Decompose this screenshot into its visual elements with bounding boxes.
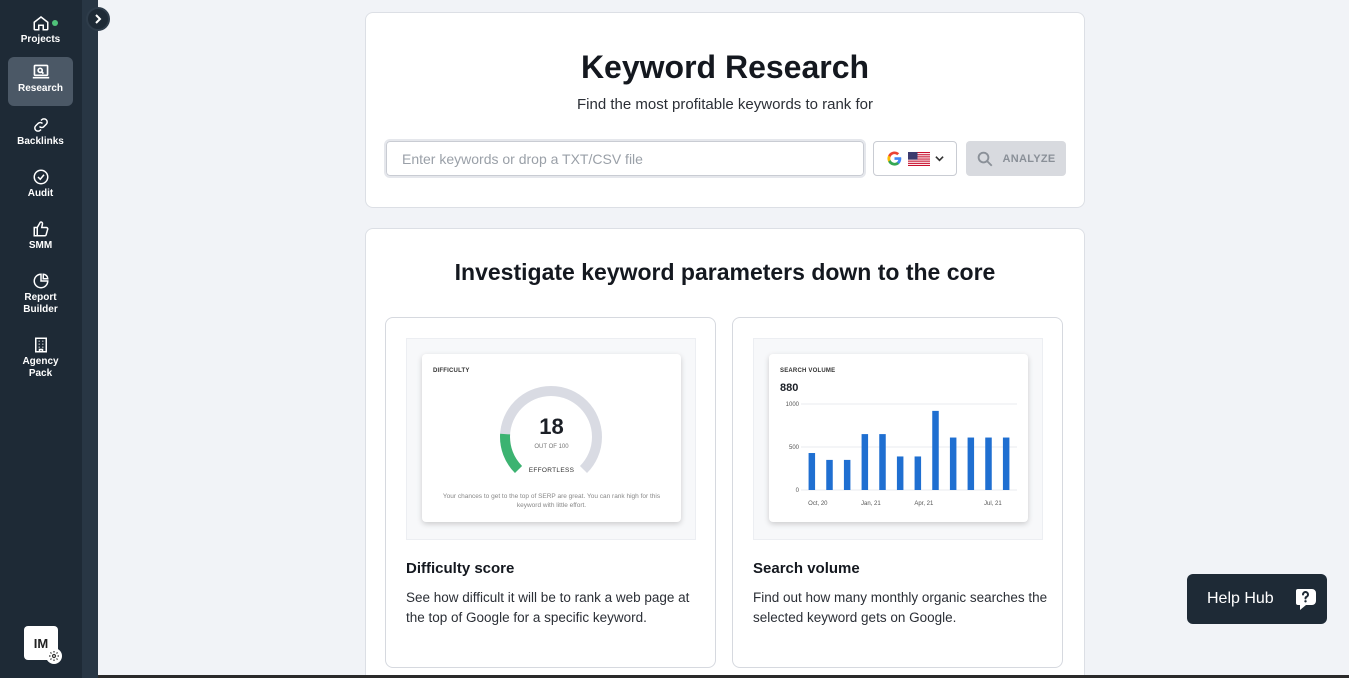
volume-bar — [861, 434, 869, 490]
difficulty-title: Difficulty score — [406, 560, 515, 577]
volume-chart: 0 500 1000 Oct, 20 Jan, 21 Apr, 21 Jul, 21 — [786, 402, 1017, 507]
laptop-search-icon — [32, 64, 49, 79]
sidebar-item-audit[interactable]: Audit — [8, 162, 73, 211]
volume-bar — [932, 410, 939, 490]
volume-bar — [985, 437, 992, 490]
volume-bar — [879, 434, 886, 490]
volume-bar — [914, 456, 922, 490]
check-circle-icon — [33, 169, 48, 185]
difficulty-score: 18 — [539, 414, 564, 439]
volume-bar — [896, 456, 904, 490]
volume-bar — [843, 459, 851, 490]
volume-bar — [1002, 437, 1010, 490]
thumbs-up-icon — [33, 221, 49, 237]
y-tick-label: 0 — [796, 488, 800, 494]
building-icon — [34, 337, 47, 353]
sidebar-item-agency-pack[interactable]: Agency Pack — [8, 330, 73, 386]
page-title: Keyword Research — [580, 49, 870, 85]
chevron-down-icon — [935, 156, 944, 162]
sidebar-item-research[interactable]: Research — [8, 57, 73, 106]
link-icon — [33, 118, 48, 132]
difficulty-description: See how difficult it will be to rank a w… — [406, 590, 690, 625]
volume-illustration: SEARCH VOLUME 880 0 500 1000 Oct, 20 Jan, 21… — [753, 338, 1043, 540]
y-tick-label: 500 — [789, 445, 800, 451]
home-icon — [33, 16, 48, 31]
difficulty-out-of: OUT OF 100 — [534, 444, 569, 450]
keyword-input[interactable] — [384, 139, 866, 178]
sidebar-item-label: Projects — [20, 34, 61, 45]
volume-description: Find out how many monthly organic search… — [753, 590, 1048, 625]
help-hub-label: Help Hub — [1207, 590, 1274, 607]
sidebar-item-label: Report Builder — [23, 292, 58, 315]
difficulty-note: Your chances to get to the top of SERP a… — [442, 493, 661, 509]
page-subtitle: Find the most profitable keywords to ran… — [577, 96, 873, 113]
x-tick-label: Jul, 21 — [984, 501, 1002, 507]
chevron-right-icon — [95, 14, 102, 24]
sidebar-item-label: Audit — [27, 188, 54, 199]
us-flag-icon — [908, 151, 930, 166]
sidebar-item-report-builder[interactable]: Report Builder — [8, 266, 73, 322]
gear-icon[interactable] — [46, 648, 62, 664]
x-tick-label: Oct, 20 — [808, 501, 828, 507]
difficulty-widget: DIFFICULTY 18 OUT OF 100 EFFORTLESS Your… — [422, 354, 681, 522]
sidebar: Projects Research Backlinks Audit SMM Re… — [0, 0, 98, 678]
features-title: Investigate keyword parameters down to t… — [454, 259, 996, 285]
notification-dot — [52, 20, 58, 26]
difficulty-level: EFFORTLESS — [528, 467, 575, 474]
search-icon — [978, 151, 993, 166]
sidebar-item-label: Research — [17, 83, 64, 94]
difficulty-illustration: DIFFICULTY 18 OUT OF 100 EFFORTLESS Your… — [406, 338, 696, 540]
google-icon — [887, 151, 902, 166]
y-tick-label: 1000 — [786, 402, 800, 408]
keyword-search-card: Keyword Research Find the most profitabl… — [365, 12, 1085, 208]
sidebar-item-label: Backlinks — [17, 136, 64, 147]
pie-chart-icon — [33, 273, 49, 289]
search-engine-select[interactable] — [873, 141, 957, 176]
feature-difficulty: DIFFICULTY 18 OUT OF 100 EFFORTLESS Your… — [385, 317, 716, 668]
sidebar-item-backlinks[interactable]: Backlinks — [8, 110, 73, 159]
x-tick-label: Jan, 21 — [861, 501, 881, 507]
feature-search-volume: SEARCH VOLUME 880 0 500 1000 Oct, 20 Jan, 21… — [732, 317, 1063, 668]
analyze-label: ANALYZE — [1002, 152, 1056, 165]
sidebar-expand-button[interactable] — [86, 7, 110, 31]
volume-bar — [808, 453, 816, 490]
volume-bar — [967, 437, 975, 490]
analyze-button[interactable]: ANALYZE — [966, 141, 1066, 176]
volume-bar — [826, 459, 833, 490]
sidebar-item-smm[interactable]: SMM — [8, 214, 73, 263]
question-chat-icon — [1295, 589, 1316, 610]
sidebar-item-label: SMM — [28, 240, 53, 251]
volume-bar — [949, 437, 957, 490]
help-hub-button[interactable]: Help Hub — [1187, 574, 1327, 624]
sidebar-item-projects[interactable]: Projects — [8, 8, 73, 57]
features-card: Investigate keyword parameters down to t… — [365, 228, 1085, 678]
sidebar-item-label: Agency Pack — [22, 356, 59, 379]
x-tick-label: Apr, 21 — [914, 501, 934, 507]
volume-title: Search volume — [753, 560, 860, 577]
volume-widget: SEARCH VOLUME 880 0 500 1000 Oct, 20 Jan, 21… — [769, 354, 1028, 522]
